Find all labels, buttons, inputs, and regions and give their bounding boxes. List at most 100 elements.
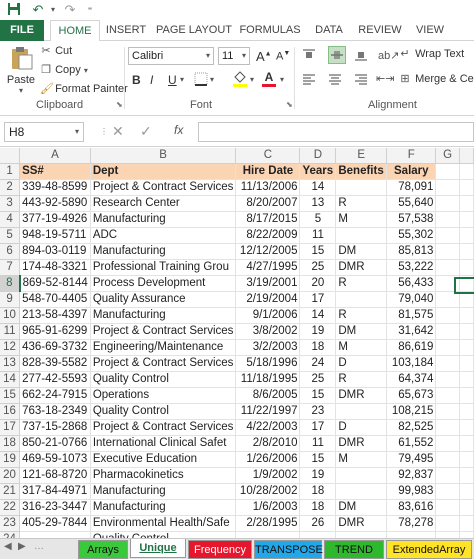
sheet-tab-trend[interactable]: TREND (324, 540, 384, 559)
cell-f[interactable]: 56,433 (386, 275, 437, 293)
cell-e[interactable]: D (335, 355, 388, 373)
align-center-button[interactable] (328, 72, 342, 89)
cell-c[interactable]: 8/22/2009 (235, 227, 301, 245)
empty-cell[interactable] (459, 291, 474, 309)
cell-a[interactable]: 469-59-1073 (19, 451, 91, 469)
indent-button[interactable]: ⇤⇥ (376, 72, 394, 85)
underline-dropdown-icon[interactable]: ▾ (180, 75, 184, 84)
empty-cell[interactable] (435, 467, 460, 485)
empty-cell[interactable] (435, 419, 460, 437)
row-header[interactable]: 9 (0, 291, 21, 309)
cell-a[interactable]: 662-24-7915 (19, 387, 91, 405)
font-name-dropdown[interactable]: Calibri ▾ (128, 47, 214, 65)
cell-f[interactable]: Salary (386, 163, 437, 181)
cell-d[interactable]: 11 (299, 435, 337, 453)
cell-b[interactable]: Research Center (90, 195, 237, 213)
cell-f[interactable]: 57,538 (386, 211, 437, 229)
cell-f[interactable]: 82,525 (386, 419, 437, 437)
column-header[interactable]: F (386, 148, 437, 165)
row-header[interactable]: 4 (0, 211, 21, 229)
cell-c[interactable]: 10/28/2002 (235, 483, 301, 501)
cell-d[interactable]: 18 (299, 499, 337, 517)
confirm-entry-icon[interactable]: ✓ (140, 123, 152, 140)
cell-e[interactable]: M (335, 339, 388, 357)
cell-e[interactable] (335, 179, 388, 197)
cell-c[interactable]: 2/8/2010 (235, 435, 301, 453)
cell-b[interactable]: Project & Contract Services (90, 355, 237, 373)
cut-button[interactable]: ✂ Cut (40, 44, 72, 57)
copy-button[interactable]: ❐ Copy ▾ (40, 63, 88, 76)
cell-f[interactable]: 108,215 (386, 403, 437, 421)
italic-button[interactable]: I (150, 73, 153, 87)
cell-f[interactable]: 64,374 (386, 371, 437, 389)
cell-b[interactable]: Pharmacokinetics (90, 467, 237, 485)
empty-cell[interactable] (459, 515, 474, 533)
empty-cell[interactable] (435, 307, 460, 325)
borders-dropdown-icon[interactable]: ▾ (210, 75, 214, 84)
cell-e[interactable]: M (335, 451, 388, 469)
cell-d[interactable]: 25 (299, 259, 337, 277)
cell-b[interactable]: ADC (90, 227, 237, 245)
empty-cell[interactable] (435, 227, 460, 245)
insert-function-button[interactable]: fx (174, 123, 183, 137)
empty-cell[interactable] (459, 387, 474, 405)
cell-a[interactable]: 317-84-4971 (19, 483, 91, 501)
cell-c[interactable]: 4/27/1995 (235, 259, 301, 277)
cell-f[interactable]: 78,278 (386, 515, 437, 533)
cell-c[interactable]: 5/18/1996 (235, 355, 301, 373)
cell-a[interactable]: 316-23-3447 (19, 499, 91, 517)
cell-e[interactable]: Benefits (335, 163, 388, 181)
empty-cell[interactable] (459, 339, 474, 357)
cell-a[interactable]: 277-42-5593 (19, 371, 91, 389)
column-header[interactable]: D (299, 148, 337, 165)
empty-cell[interactable] (435, 243, 460, 261)
row-header[interactable]: 12 (0, 339, 21, 357)
cell-a[interactable]: 436-69-3732 (19, 339, 91, 357)
tab-view[interactable]: VIEW (412, 20, 448, 41)
cell-b[interactable]: Manufacturing (90, 211, 237, 229)
cell-d[interactable]: 17 (299, 419, 337, 437)
increase-font-size-button[interactable]: A▲ (256, 49, 272, 64)
cell-f[interactable]: 81,575 (386, 307, 437, 325)
cell-f[interactable]: 103,184 (386, 355, 437, 373)
cell-c[interactable]: 11/13/2006 (235, 179, 301, 197)
cell-f[interactable]: 78,091 (386, 179, 437, 197)
cell-d[interactable]: 17 (299, 291, 337, 309)
align-right-button[interactable] (354, 72, 368, 89)
cell-f[interactable]: 83,616 (386, 499, 437, 517)
cell-d[interactable]: 15 (299, 243, 337, 261)
cell-d[interactable]: 25 (299, 371, 337, 389)
cell-e[interactable]: R (335, 275, 388, 293)
cell-c[interactable]: 4/22/2003 (235, 419, 301, 437)
empty-cell[interactable] (435, 371, 460, 389)
row-header[interactable]: 17 (0, 419, 21, 437)
row-header[interactable]: 20 (0, 467, 21, 485)
cell-d[interactable]: 18 (299, 339, 337, 357)
cell-f[interactable]: 61,552 (386, 435, 437, 453)
cell-c[interactable]: 3/19/2001 (235, 275, 301, 293)
empty-cell[interactable] (459, 179, 474, 197)
cell-b[interactable]: Process Development (90, 275, 237, 293)
row-header[interactable]: 6 (0, 243, 21, 261)
cell-e[interactable]: DMR (335, 515, 388, 533)
row-header[interactable]: 2 (0, 179, 21, 197)
tab-formulas[interactable]: FORMULAS (238, 20, 302, 41)
cell-d[interactable]: Years (299, 163, 337, 181)
cell-f[interactable]: 31,642 (386, 323, 437, 341)
empty-cell[interactable] (459, 211, 474, 229)
cell-a[interactable]: 377-19-4926 (19, 211, 91, 229)
cell-b[interactable]: Professional Training Grou (90, 259, 237, 277)
empty-cell[interactable] (459, 323, 474, 341)
cell-d[interactable]: 15 (299, 451, 337, 469)
cell-d[interactable]: 24 (299, 355, 337, 373)
cell-c[interactable]: 1/6/2003 (235, 499, 301, 517)
cell-a[interactable]: 869-52-8144 (19, 275, 91, 293)
empty-cell[interactable] (459, 355, 474, 373)
cell-b[interactable]: Manufacturing (90, 307, 237, 325)
cell-e[interactable] (335, 291, 388, 309)
empty-cell[interactable] (459, 195, 474, 213)
cell-a[interactable]: 948-19-5711 (19, 227, 91, 245)
empty-cell[interactable] (459, 227, 474, 245)
cell-c[interactable]: Hire Date (235, 163, 301, 181)
tab-home[interactable]: HOME (50, 20, 100, 42)
